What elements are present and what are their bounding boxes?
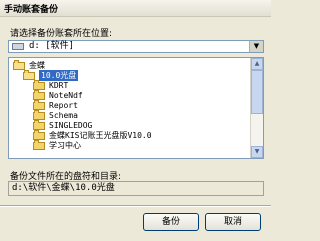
folder-icon — [33, 130, 45, 140]
vertical-scrollbar[interactable]: ▲ ▼ — [250, 58, 263, 158]
folder-icon — [33, 110, 45, 120]
open-folder-icon — [23, 70, 35, 80]
separator — [0, 206, 271, 207]
chevron-down-icon[interactable]: ▼ — [249, 41, 263, 52]
scroll-thumb[interactable] — [251, 70, 263, 114]
drive-icon — [12, 43, 24, 50]
title-bar: 手动账套备份 — [0, 0, 271, 17]
open-folder-icon — [13, 60, 25, 70]
path-field: d:\软件\金蝶\10.0光盘 — [8, 181, 264, 196]
folder-icon — [33, 140, 45, 150]
folder-icon — [33, 80, 45, 90]
tree-item-label: 学习中心 — [49, 141, 81, 150]
scroll-up-icon[interactable]: ▲ — [251, 58, 263, 70]
folder-icon — [33, 120, 45, 130]
cancel-button[interactable]: 取消 — [205, 213, 261, 231]
window-title: 手动账套备份 — [4, 5, 59, 15]
folder-tree[interactable]: 金蝶 10.0光盘 KDRT NoteNdf Report Schema SIN… — [8, 57, 264, 159]
location-prompt: 请选择备份账套所在位置: — [10, 29, 113, 39]
backup-button[interactable]: 备份 — [143, 213, 199, 231]
scroll-down-icon[interactable]: ▼ — [251, 146, 263, 158]
drive-select-value: d: [软件] — [29, 41, 75, 51]
folder-icon — [33, 100, 45, 110]
folder-icon — [33, 90, 45, 100]
drive-select[interactable]: d: [软件] ▼ — [8, 40, 264, 53]
